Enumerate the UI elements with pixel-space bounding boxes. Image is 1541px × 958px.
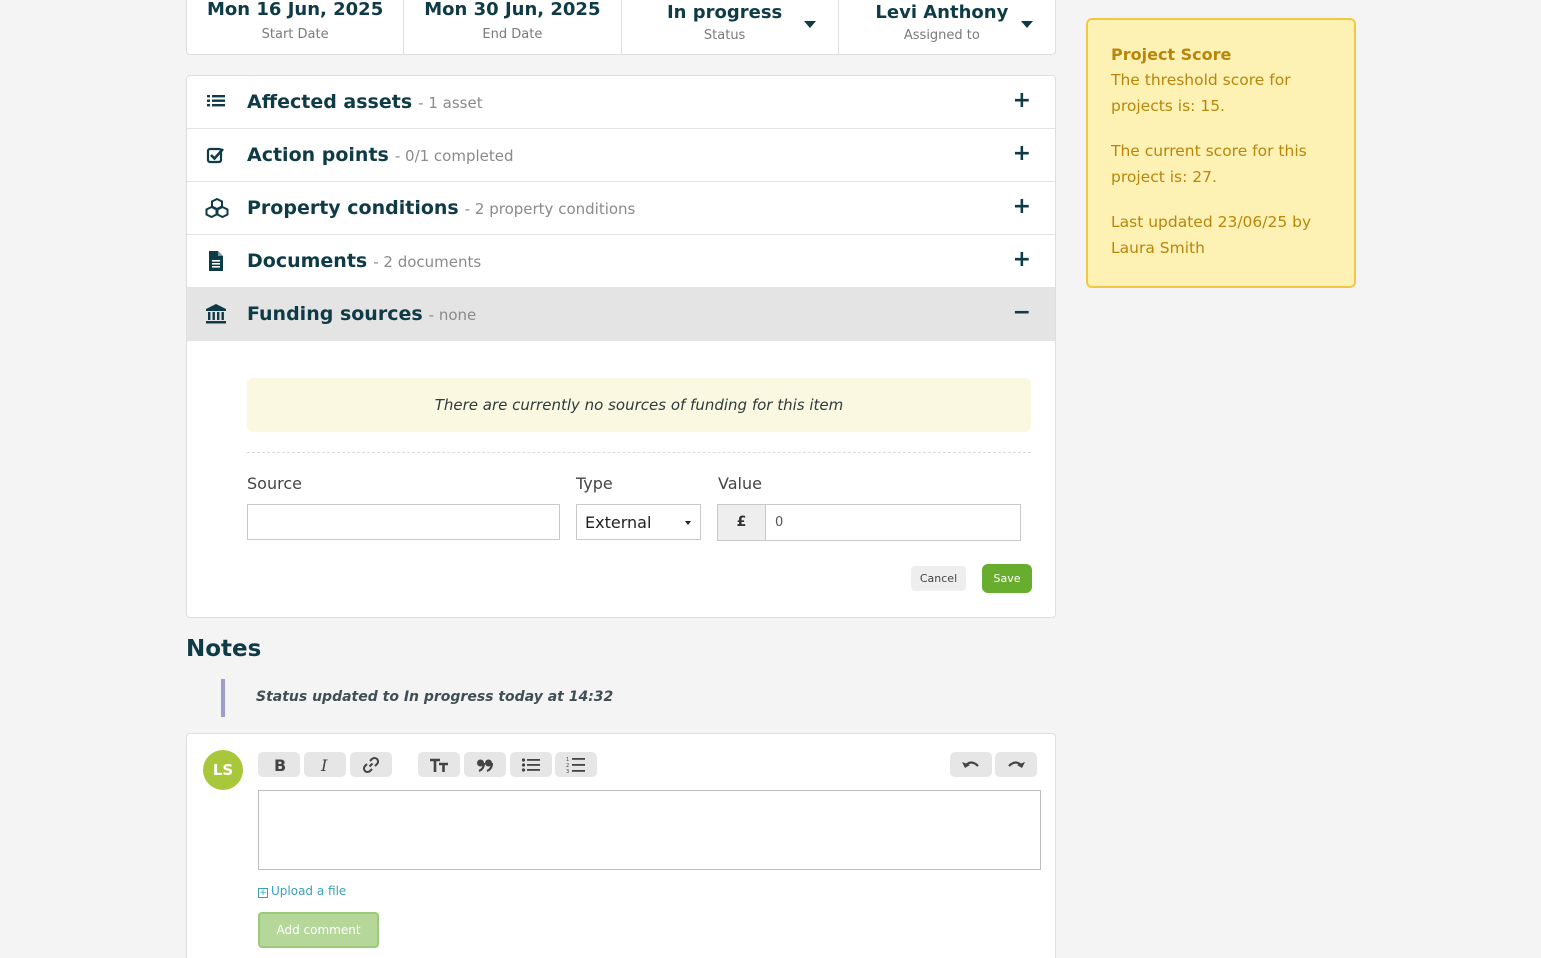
link-icon bbox=[362, 756, 380, 773]
threshold-text: The threshold score for projects is: 15. bbox=[1111, 71, 1291, 115]
empty-funding-message: There are currently no sources of fundin… bbox=[247, 378, 1031, 432]
assigned-to-dropdown[interactable]: Levi Anthony Assigned to bbox=[839, 0, 1055, 54]
section-documents[interactable]: Documents - 2 documents + bbox=[187, 235, 1055, 288]
section-subtitle: - 2 property conditions bbox=[464, 200, 636, 218]
last-updated-text: Last updated 23/06/25 by Laura Smith bbox=[1111, 213, 1312, 257]
divider bbox=[247, 452, 1031, 453]
italic-button[interactable]: I bbox=[304, 752, 346, 777]
bullet-list-button[interactable] bbox=[510, 752, 552, 777]
project-summary-bar: Mon 16 Jun, 2025 Start Date Mon 30 Jun, … bbox=[186, 0, 1056, 55]
section-affected-assets[interactable]: Affected assets - 1 asset + bbox=[187, 76, 1055, 129]
start-date-cell[interactable]: Mon 16 Jun, 2025 Start Date bbox=[187, 0, 405, 54]
section-title: Documents bbox=[247, 250, 368, 272]
section-subtitle: - 2 documents bbox=[373, 253, 482, 271]
section-action-points[interactable]: Action points - 0/1 completed + bbox=[187, 129, 1055, 182]
status-dropdown[interactable]: In progress Status bbox=[622, 0, 839, 54]
value-label: Value bbox=[718, 474, 762, 493]
undo-button[interactable] bbox=[950, 752, 992, 777]
current-score-text: The current score for this project is: 2… bbox=[1111, 142, 1307, 186]
value-input[interactable]: 0 bbox=[765, 504, 1021, 541]
numbered-list-icon: 1 2 3 bbox=[566, 757, 585, 774]
redo-icon bbox=[1008, 760, 1025, 768]
end-date-label: End Date bbox=[482, 27, 543, 42]
quote-icon bbox=[477, 759, 494, 772]
document-icon bbox=[209, 251, 223, 271]
source-label: Source bbox=[247, 474, 302, 493]
status-label: Status bbox=[703, 28, 746, 43]
end-date-cell[interactable]: Mon 30 Jun, 2025 End Date bbox=[404, 0, 622, 54]
redo-button[interactable] bbox=[995, 752, 1037, 777]
undo-icon bbox=[962, 760, 979, 768]
section-title: Affected assets bbox=[247, 91, 413, 113]
note-item: Status updated to In progress today at 1… bbox=[221, 679, 613, 717]
save-button[interactable]: Save bbox=[982, 564, 1032, 593]
source-input[interactable] bbox=[247, 504, 560, 540]
text-size-icon bbox=[430, 758, 448, 772]
assigned-label: Assigned to bbox=[903, 28, 980, 43]
expand-plus-icon[interactable]: + bbox=[1013, 143, 1031, 165]
expand-plus-icon[interactable]: + bbox=[1013, 196, 1031, 218]
svg-text:3: 3 bbox=[566, 769, 569, 774]
upload-file-label: Upload a file bbox=[271, 884, 347, 898]
project-score-panel: Project Score The threshold score for pr… bbox=[1086, 18, 1356, 288]
section-funding-sources[interactable]: Funding sources - none − bbox=[187, 288, 1055, 341]
cubes-icon bbox=[205, 198, 229, 218]
type-selected-value: External bbox=[585, 513, 652, 532]
type-select[interactable]: External bbox=[576, 504, 701, 540]
section-title: Action points bbox=[247, 144, 389, 166]
section-subtitle: - none bbox=[428, 306, 477, 324]
comment-composer: LS B I 1 2 3 + Upload a file Add comment bbox=[186, 733, 1056, 958]
start-date-label: Start Date bbox=[261, 27, 329, 42]
section-title: Property conditions bbox=[247, 197, 459, 219]
checkbox-icon bbox=[206, 147, 224, 164]
section-title: Funding sources bbox=[247, 303, 423, 325]
status-value: In progress bbox=[666, 2, 783, 23]
end-date-value: Mon 30 Jun, 2025 bbox=[424, 0, 601, 20]
caret-down-icon bbox=[685, 521, 691, 525]
section-property-conditions[interactable]: Property conditions - 2 property conditio… bbox=[187, 182, 1055, 235]
bullet-list-icon bbox=[521, 757, 540, 772]
list-icon bbox=[207, 95, 225, 107]
add-comment-button[interactable]: Add comment bbox=[258, 912, 379, 948]
currency-addon: £ bbox=[717, 504, 766, 541]
numbered-list-button[interactable]: 1 2 3 bbox=[555, 752, 597, 777]
notes-heading: Notes bbox=[186, 636, 262, 662]
plus-square-icon: + bbox=[258, 888, 268, 898]
quote-button[interactable] bbox=[464, 752, 506, 777]
comment-editor[interactable] bbox=[258, 790, 1041, 870]
bold-button[interactable]: B bbox=[258, 752, 300, 777]
start-date-value: Mon 16 Jun, 2025 bbox=[207, 0, 384, 20]
bold-icon: B bbox=[274, 757, 286, 773]
caret-down-icon bbox=[803, 21, 816, 28]
cancel-button[interactable]: Cancel bbox=[911, 566, 966, 591]
type-label: Type bbox=[576, 474, 613, 493]
expand-plus-icon[interactable]: + bbox=[1013, 90, 1031, 112]
funding-sources-panel: There are currently no sources of fundin… bbox=[187, 341, 1055, 617]
heading-button[interactable] bbox=[418, 752, 460, 777]
caret-down-icon bbox=[1021, 21, 1033, 28]
section-subtitle: - 0/1 completed bbox=[394, 147, 514, 165]
svg-text:B: B bbox=[274, 757, 286, 773]
bank-icon bbox=[206, 304, 226, 324]
assigned-value: Levi Anthony bbox=[875, 2, 1009, 23]
expand-plus-icon[interactable]: + bbox=[1013, 249, 1031, 271]
note-text: Status updated to In progress today at 1… bbox=[256, 689, 614, 705]
collapse-minus-icon[interactable]: − bbox=[1013, 302, 1031, 324]
upload-file-link[interactable]: + Upload a file bbox=[258, 884, 346, 898]
score-title: Project Score bbox=[1111, 45, 1232, 64]
italic-icon: I bbox=[320, 757, 328, 773]
section-subtitle: - 1 asset bbox=[418, 94, 483, 112]
svg-text:I: I bbox=[320, 757, 328, 773]
project-sections-accordion: Affected assets - 1 asset + Action points… bbox=[186, 75, 1056, 618]
link-button[interactable] bbox=[350, 752, 392, 777]
avatar: LS bbox=[203, 750, 243, 790]
